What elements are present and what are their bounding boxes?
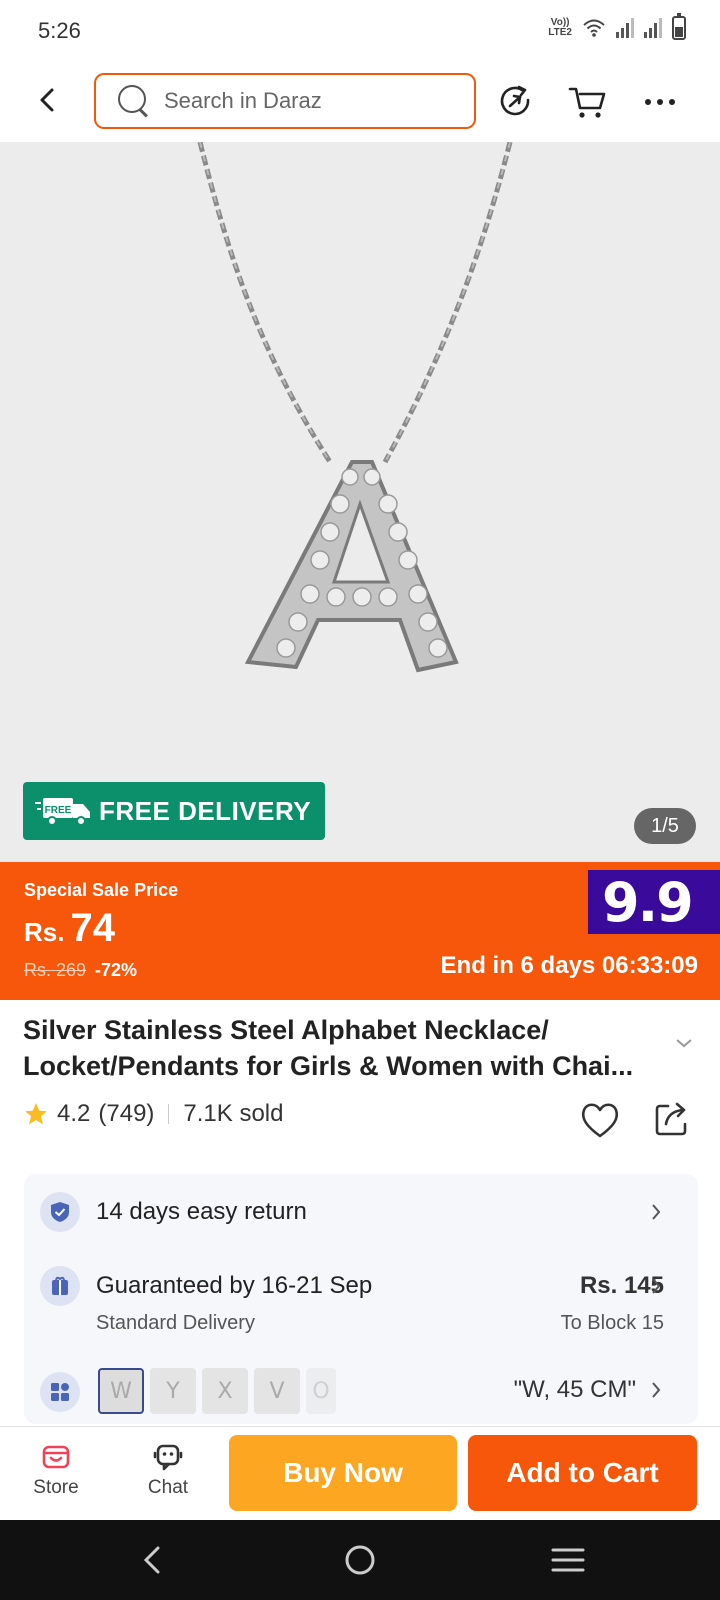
sale-price: Rs. 74 bbox=[24, 906, 115, 951]
nav-home-icon[interactable] bbox=[340, 1540, 380, 1580]
star-icon bbox=[25, 1103, 47, 1125]
rating-row[interactable]: 4.2 (749) 7.1K sold bbox=[23, 1100, 283, 1128]
system-nav-bar bbox=[0, 1520, 720, 1600]
chevron-right-icon[interactable] bbox=[650, 1380, 662, 1400]
lte-icon: Vo)) LTE2 bbox=[548, 17, 572, 38]
nav-back-icon[interactable] bbox=[132, 1540, 172, 1580]
search-icon bbox=[118, 85, 150, 117]
return-shield-icon bbox=[40, 1192, 80, 1232]
delivery-type: Standard Delivery bbox=[96, 1312, 255, 1334]
variant-thumb[interactable]: V bbox=[254, 1368, 300, 1414]
wishlist-heart-icon[interactable] bbox=[578, 1098, 622, 1142]
delivery-truck-icon: FREE bbox=[35, 798, 90, 826]
product-title: Silver Stainless Steel Alphabet Necklace… bbox=[23, 1015, 634, 1081]
free-delivery-badge: FREE FREE DELIVERY bbox=[23, 782, 325, 840]
variants-grid-icon bbox=[40, 1372, 80, 1412]
store-icon bbox=[42, 1445, 70, 1469]
delivery-box-icon bbox=[40, 1266, 80, 1306]
status-time: 5:26 bbox=[38, 18, 81, 43]
free-mini-label: FREE bbox=[45, 805, 72, 816]
store-label: Store bbox=[33, 1477, 79, 1498]
variant-thumb[interactable]: Y bbox=[150, 1368, 196, 1414]
battery-icon bbox=[672, 13, 686, 40]
chat-button[interactable]: Chat bbox=[128, 1441, 208, 1499]
product-image bbox=[197, 142, 513, 673]
search-placeholder: Search in Daraz bbox=[164, 88, 322, 113]
free-delivery-label: FREE DELIVERY bbox=[99, 795, 312, 826]
back-icon[interactable] bbox=[30, 80, 66, 120]
cart-icon[interactable] bbox=[566, 80, 610, 124]
review-count: (749) bbox=[98, 1100, 155, 1127]
expand-title-icon[interactable] bbox=[674, 1036, 694, 1050]
chevron-right-icon[interactable] bbox=[650, 1276, 662, 1296]
delivery-guarantee-text[interactable]: Guaranteed by 16-21 Sep bbox=[96, 1272, 372, 1300]
delivery-location: To Block 15 bbox=[560, 1312, 664, 1334]
variant-thumbnails[interactable]: W Y X V O bbox=[98, 1368, 336, 1414]
selected-variant[interactable]: "W, 45 CM" bbox=[514, 1376, 636, 1404]
more-icon[interactable] bbox=[638, 80, 682, 124]
search-input[interactable]: Search in Daraz bbox=[94, 73, 476, 129]
status-icons: Vo)) LTE2 bbox=[548, 13, 686, 40]
image-counter: 1/5 bbox=[634, 808, 696, 844]
discount-percent: -72% bbox=[95, 960, 138, 980]
return-policy-text[interactable]: 14 days easy return bbox=[96, 1198, 307, 1226]
share-icon[interactable] bbox=[652, 1098, 692, 1138]
top-header: Search in Daraz bbox=[0, 62, 720, 142]
signal-2-icon bbox=[644, 18, 662, 38]
campaign-badge: 9.9 bbox=[588, 870, 720, 934]
currency: Rs. bbox=[24, 917, 65, 947]
service-info-card: 14 days easy return Guaranteed by 16-21 … bbox=[24, 1174, 698, 1424]
sale-price-band: Special Sale Price Rs. 74 Rs. 269 -72% 9.… bbox=[0, 862, 720, 1000]
share-arrow-icon[interactable] bbox=[494, 80, 538, 124]
rating-value: 4.2 bbox=[57, 1100, 91, 1127]
product-image-gallery[interactable]: FREE FREE DELIVERY 1/5 bbox=[0, 142, 720, 862]
sale-label: Special Sale Price bbox=[24, 880, 179, 900]
buy-now-button[interactable]: Buy Now bbox=[229, 1435, 457, 1511]
variant-thumb[interactable]: O bbox=[306, 1368, 336, 1414]
variant-thumb[interactable]: W bbox=[98, 1368, 144, 1414]
sold-count: 7.1K sold bbox=[183, 1100, 284, 1127]
chat-label: Chat bbox=[147, 1477, 189, 1498]
status-bar: 5:26 Vo)) LTE2 bbox=[0, 0, 720, 62]
nav-menu-icon[interactable] bbox=[548, 1540, 588, 1580]
divider bbox=[168, 1104, 170, 1124]
signal-1-icon bbox=[616, 18, 634, 38]
store-button[interactable]: Store bbox=[16, 1441, 96, 1499]
price-amount: 74 bbox=[70, 906, 115, 950]
original-price: Rs. 269 bbox=[24, 960, 87, 980]
chevron-right-icon[interactable] bbox=[650, 1202, 662, 1222]
sale-countdown: End in 6 days 06:33:09 bbox=[440, 952, 698, 979]
wifi-icon bbox=[583, 19, 605, 37]
add-to-cart-button[interactable]: Add to Cart bbox=[468, 1435, 697, 1511]
variant-thumb[interactable]: X bbox=[202, 1368, 248, 1414]
chat-icon bbox=[153, 1444, 183, 1471]
bottom-action-bar: Store Chat Buy Now Add to Cart bbox=[0, 1426, 720, 1520]
